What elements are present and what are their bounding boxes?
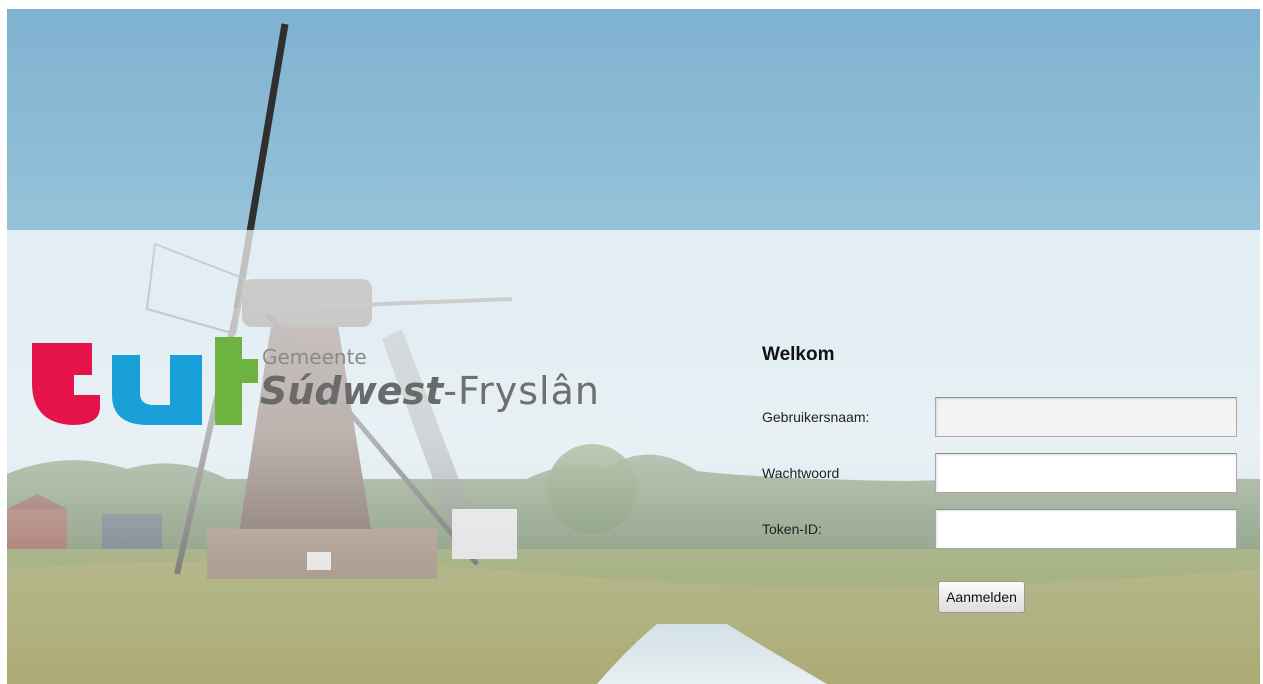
username-label: Gebruikersnaam: (762, 409, 870, 425)
password-label: Wachtwoord (762, 465, 840, 481)
swf-logo-icon (32, 337, 258, 425)
municipality-logo: Gemeente Súdwest-Fryslân (30, 335, 630, 425)
login-form: Welkom Gebruikersnaam: Wachtwoord Token-… (762, 340, 1252, 620)
password-input[interactable] (935, 453, 1237, 493)
username-input[interactable] (935, 397, 1237, 437)
login-page: Gemeente Súdwest-Fryslân Welkom Gebruike… (0, 0, 1263, 684)
brand-prefix: Gemeente (262, 345, 367, 369)
login-button[interactable]: Aanmelden (938, 581, 1025, 613)
token-label: Token-ID: (762, 521, 822, 537)
token-input[interactable] (935, 509, 1237, 549)
brand-name-rest: -Fryslân (443, 369, 600, 413)
brand-name: Súdwest-Fryslân (260, 369, 600, 413)
brand-name-bold: Súdwest (260, 369, 444, 413)
welcome-heading: Welkom (762, 344, 835, 365)
